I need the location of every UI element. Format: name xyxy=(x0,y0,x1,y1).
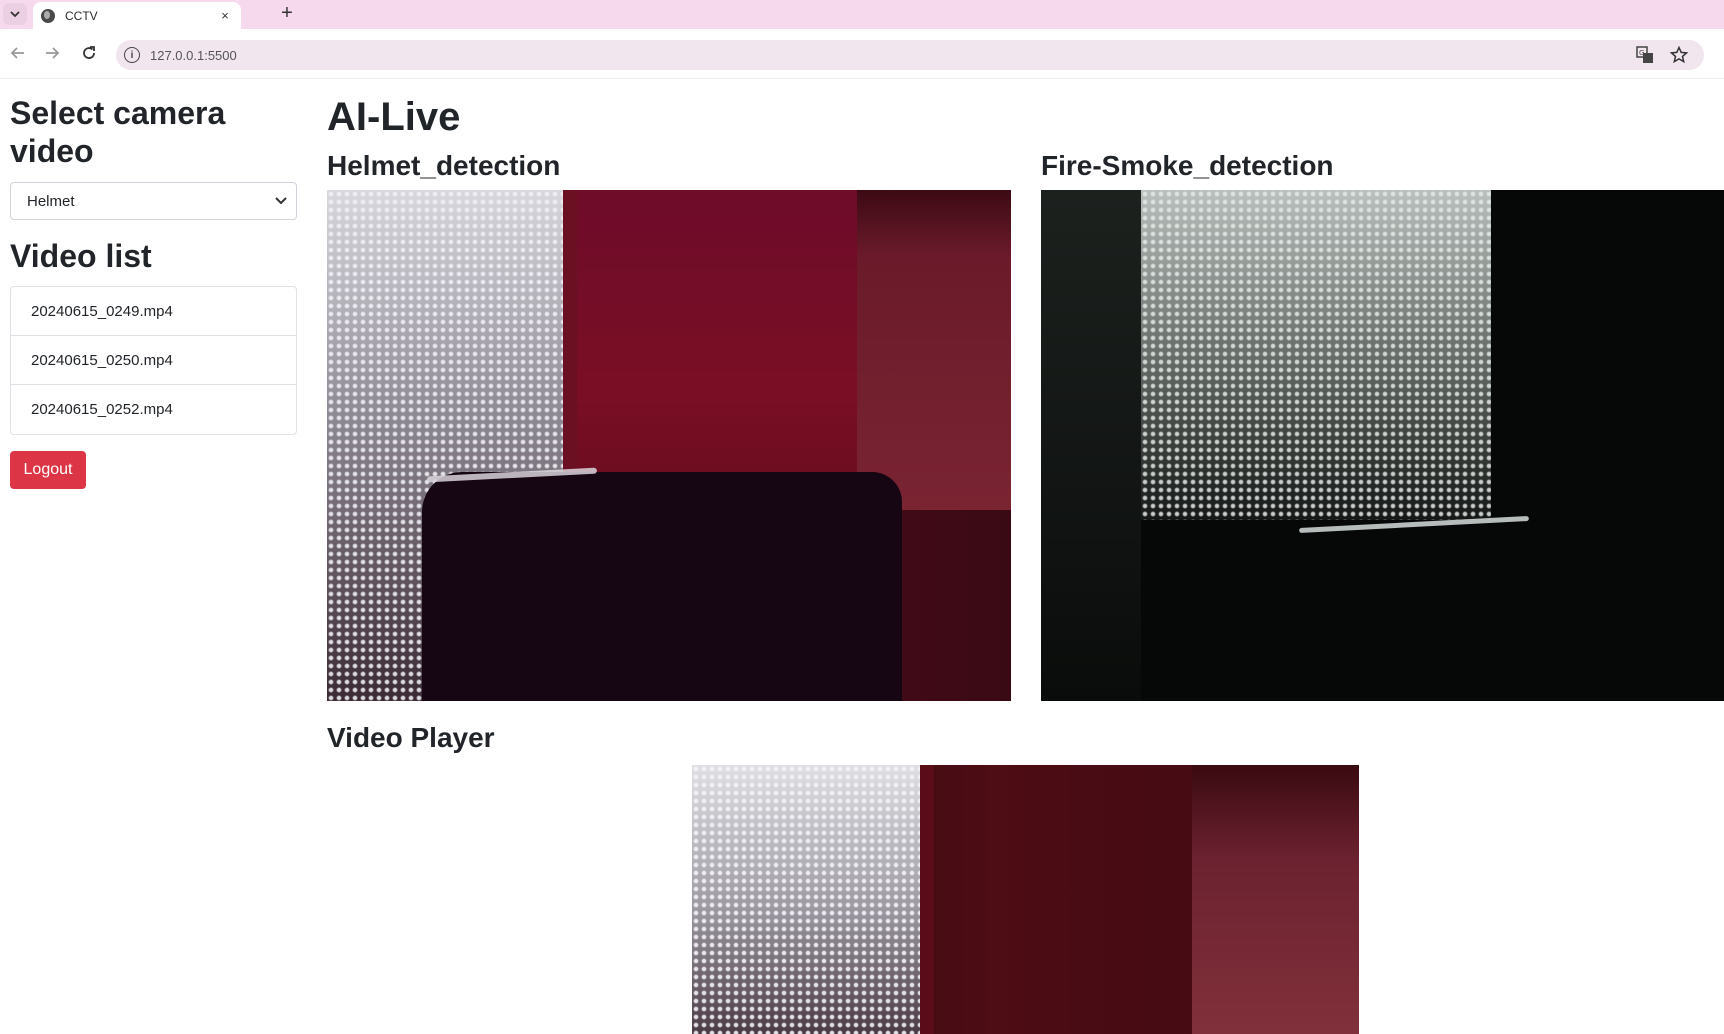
window-glass xyxy=(692,765,922,1034)
translate-icon[interactable]: G xyxy=(1634,44,1656,66)
reload-button[interactable] xyxy=(77,41,101,65)
chair xyxy=(422,472,902,701)
camera-select-value: Helmet xyxy=(27,192,75,210)
chevron-down-icon xyxy=(275,197,287,205)
page-title: AI-Live xyxy=(327,95,461,139)
browser-tabstrip: CCTV × + xyxy=(0,0,1724,29)
window-glass xyxy=(1141,190,1491,520)
video-list-item[interactable]: 20240615_0249.mp4 xyxy=(11,287,296,336)
sidebar: Select camera video Helmet Video list 20… xyxy=(10,94,297,489)
address-bar[interactable]: i 127.0.0.1:5500 G xyxy=(116,40,1704,70)
video-player-title: Video Player xyxy=(327,722,495,753)
helmet-feed-title: Helmet_detection xyxy=(327,150,561,181)
star-icon[interactable] xyxy=(1668,44,1690,66)
video-list: 20240615_0249.mp4 20240615_0250.mp4 2024… xyxy=(10,286,297,435)
video-list-item[interactable]: 20240615_0252.mp4 xyxy=(11,385,296,434)
browser-tab[interactable]: CCTV × xyxy=(33,2,241,29)
chevron-down-icon xyxy=(10,11,20,18)
reload-icon xyxy=(83,46,95,59)
info-icon[interactable]: i xyxy=(124,47,140,63)
globe-icon xyxy=(41,8,55,23)
logout-button[interactable]: Logout xyxy=(10,451,86,489)
forward-button[interactable] xyxy=(40,41,64,65)
video-list-heading: Video list xyxy=(10,238,152,274)
tab-search-button[interactable] xyxy=(3,3,27,25)
select-camera-heading: Select camera video xyxy=(10,95,226,169)
helmet-detection-stream xyxy=(327,190,1011,701)
close-icon[interactable]: × xyxy=(217,8,233,23)
svg-text:G: G xyxy=(1639,49,1644,57)
forward-arrow-icon xyxy=(46,47,60,59)
back-arrow-icon xyxy=(10,47,24,59)
fire-smoke-detection-stream xyxy=(1041,190,1724,701)
back-button[interactable] xyxy=(6,41,30,65)
video-list-item[interactable]: 20240615_0250.mp4 xyxy=(11,336,296,385)
video-player[interactable] xyxy=(692,765,1359,1034)
fire-smoke-feed-title: Fire-Smoke_detection xyxy=(1041,150,1334,181)
browser-toolbar: i 127.0.0.1:5500 G xyxy=(0,29,1724,79)
wall-calendar xyxy=(1192,765,1359,1034)
camera-select[interactable]: Helmet xyxy=(10,182,297,220)
tab-title: CCTV xyxy=(65,8,98,23)
url-text: 127.0.0.1:5500 xyxy=(150,47,237,63)
wall-calendar xyxy=(857,190,1011,510)
new-tab-button[interactable]: + xyxy=(276,2,298,24)
